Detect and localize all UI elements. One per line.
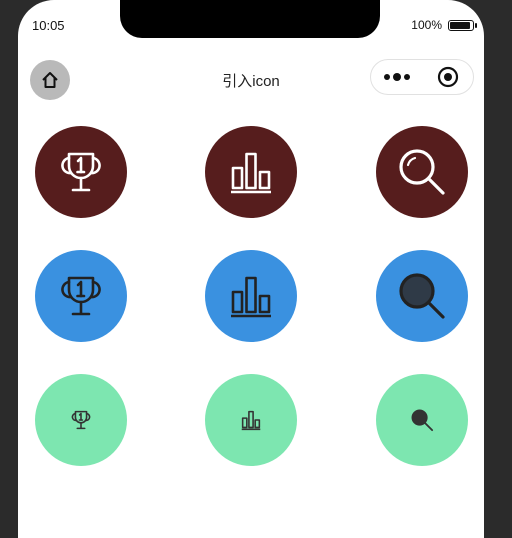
navigation-bar: 引入icon bbox=[18, 56, 484, 100]
icon-row-2 bbox=[18, 250, 484, 374]
target-icon bbox=[437, 66, 458, 88]
trophy-circle[interactable] bbox=[35, 374, 127, 466]
search-icon bbox=[399, 149, 445, 195]
notch bbox=[120, 0, 380, 38]
search-circle[interactable] bbox=[376, 250, 468, 342]
status-right: 100% bbox=[411, 18, 477, 32]
status-time: 10:05 bbox=[32, 18, 65, 33]
trophy-icon bbox=[61, 276, 101, 316]
icon-grid bbox=[18, 126, 484, 498]
bar-chart-icon bbox=[231, 152, 271, 194]
bar-chart-circle[interactable] bbox=[205, 250, 297, 342]
bar-chart-icon bbox=[241, 410, 261, 431]
search-icon bbox=[399, 273, 445, 319]
bar-chart-circle[interactable] bbox=[205, 374, 297, 466]
capsule-menu bbox=[370, 59, 474, 95]
trophy-circle[interactable] bbox=[35, 126, 127, 218]
search-circle[interactable] bbox=[376, 126, 468, 218]
icon-row-1 bbox=[18, 126, 484, 250]
more-button[interactable] bbox=[371, 60, 422, 94]
phone-screen: 10:05 100% 引入icon bbox=[18, 0, 484, 538]
icon-row-3 bbox=[18, 374, 484, 498]
close-miniprogram-button[interactable] bbox=[422, 60, 473, 94]
bar-chart-icon bbox=[231, 276, 271, 318]
trophy-icon bbox=[71, 410, 91, 430]
search-icon bbox=[411, 409, 434, 432]
trophy-icon bbox=[61, 152, 101, 192]
battery-percent: 100% bbox=[411, 18, 442, 32]
battery-icon bbox=[448, 19, 477, 31]
more-icon bbox=[383, 73, 410, 81]
search-circle[interactable] bbox=[376, 374, 468, 466]
trophy-circle[interactable] bbox=[35, 250, 127, 342]
bar-chart-circle[interactable] bbox=[205, 126, 297, 218]
